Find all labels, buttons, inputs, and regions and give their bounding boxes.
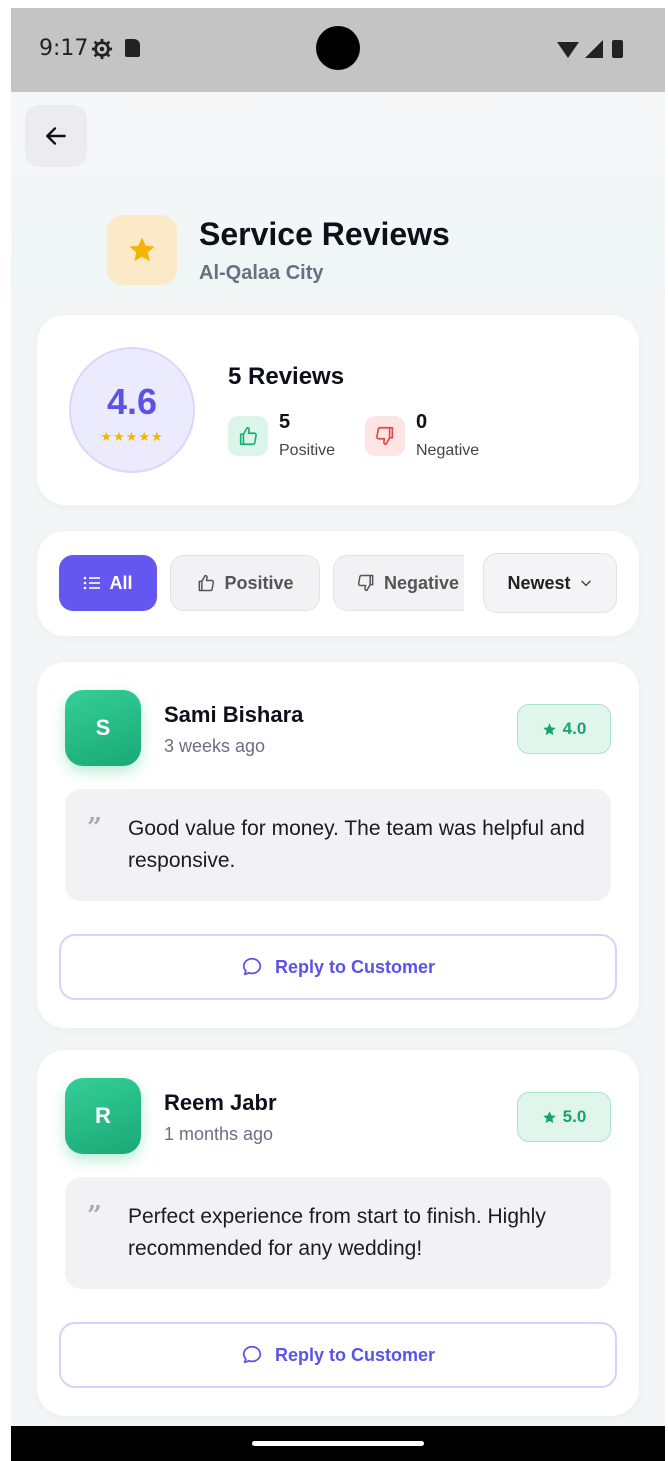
reviews-count: 5 Reviews (228, 363, 345, 390)
thumbs-down-icon (357, 574, 374, 592)
star-icon (542, 1110, 556, 1123)
status-bar: 9:17 (11, 8, 665, 92)
rating-circle: 4.6 ★★★★★ (69, 347, 195, 473)
positive-label: Positive (279, 442, 336, 459)
star-icon (129, 237, 155, 262)
home-gesture-handle[interactable] (252, 1441, 424, 1446)
filter-all-chip[interactable]: All (59, 555, 157, 611)
negative-count: 0 (416, 411, 428, 433)
avatar: S (65, 690, 141, 766)
app-screen: 9:17 Service Reviews Al-Qalaa City 4.6 ★… (11, 8, 665, 1461)
filter-negative-chip[interactable]: Negative (333, 555, 464, 611)
comment-box: ” Good value for money. The team was hel… (65, 789, 611, 901)
quote-icon: ” (87, 1201, 102, 1231)
service-icon (107, 215, 177, 285)
reviewer-name: Reem Jabr (164, 1090, 277, 1115)
comment-text: Good value for money. The team was helpf… (128, 817, 585, 872)
review-card: R Reem Jabr 1 months ago 5.0 ” Perfect e… (37, 1050, 639, 1416)
filter-negative-chip-clip: Negative (333, 555, 464, 611)
status-time: 9:17 (39, 36, 89, 61)
score-badge: 5.0 (517, 1092, 611, 1142)
filter-all-label: All (109, 572, 133, 593)
chat-bubble-icon (242, 1345, 262, 1364)
filter-positive-label: Positive (224, 572, 294, 593)
review-time: 1 months ago (164, 1124, 274, 1144)
average-rating: 4.6 (106, 381, 158, 422)
rating-summary-card: 4.6 ★★★★★ 5 Reviews 5 Positive 0 Negativ… (37, 315, 639, 505)
settings-gear-icon (91, 38, 113, 60)
quote-icon: ” (87, 813, 102, 843)
comment-text: Perfect experience from start to finish.… (128, 1205, 546, 1260)
sort-label: Newest (507, 572, 571, 593)
page-subtitle: Al-Qalaa City (199, 262, 324, 284)
positive-count: 5 (279, 411, 291, 433)
list-icon (84, 576, 101, 590)
arrow-left-icon (46, 127, 66, 145)
star-icon (542, 722, 556, 735)
avatar: R (65, 1078, 141, 1154)
reply-button[interactable]: Reply to Customer (59, 1322, 617, 1388)
rating-stars: ★★★★★ (100, 429, 164, 444)
score-badge: 4.0 (517, 704, 611, 754)
back-button[interactable] (25, 105, 87, 167)
reply-label: Reply to Customer (274, 1344, 436, 1365)
filter-positive-chip[interactable]: Positive (170, 555, 320, 611)
review-card: S Sami Bishara 3 weeks ago 4.0 ” Good va… (37, 662, 639, 1028)
chevron-down-icon (580, 580, 591, 587)
score-value: 4.0 (562, 719, 587, 738)
reply-button[interactable]: Reply to Customer (59, 934, 617, 1000)
comment-box: ” Perfect experience from start to finis… (65, 1177, 611, 1289)
sd-card-icon (125, 39, 140, 57)
sort-dropdown[interactable]: Newest (483, 553, 617, 613)
system-nav-bar (11, 1426, 665, 1461)
score-value: 5.0 (562, 1107, 587, 1126)
signal-battery-icon (557, 40, 623, 58)
page-title: Service Reviews (199, 216, 450, 252)
negative-label: Negative (416, 442, 480, 459)
thumbs-up-icon (228, 416, 268, 456)
review-time: 3 weeks ago (164, 736, 266, 756)
filter-bar: All Positive Negative Newest (37, 531, 639, 636)
thumbs-up-icon (199, 574, 215, 592)
chat-bubble-icon (242, 957, 262, 976)
camera-cutout (316, 26, 360, 70)
reply-label: Reply to Customer (274, 956, 436, 977)
reviewer-name: Sami Bishara (164, 702, 304, 727)
filter-negative-label: Negative (384, 572, 460, 593)
thumbs-down-icon (365, 416, 405, 456)
